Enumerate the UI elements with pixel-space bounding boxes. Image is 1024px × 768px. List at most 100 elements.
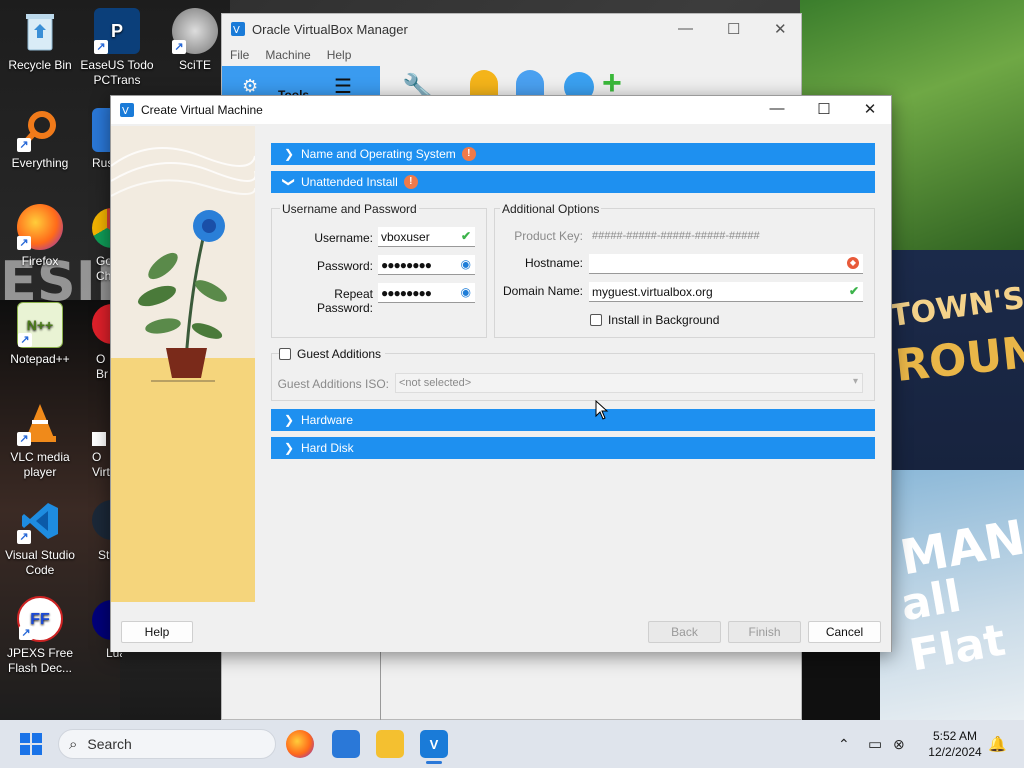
easeus-icon: P ↗: [94, 8, 140, 54]
back-button[interactable]: Back: [648, 621, 721, 643]
show-password-eye-icon[interactable]: ◉: [461, 285, 471, 299]
domain-name-input[interactable]: myguest.virtualbox.org ✔: [589, 282, 863, 302]
recycle-bin-icon: [17, 8, 63, 54]
active-app-indicator: [426, 761, 442, 764]
username-value: vboxuser: [381, 230, 430, 244]
section-name-os-label: Name and Operating System: [301, 147, 456, 161]
manager-title: Oracle VirtualBox Manager: [252, 21, 408, 37]
taskbar-virtualbox-icon[interactable]: V: [420, 730, 448, 758]
check-icon: ✔: [460, 229, 471, 243]
manager-titlebar: V Oracle VirtualBox Manager: [222, 14, 801, 44]
wallpaper-text: all Flat: [897, 570, 1010, 682]
manager-splitter: [380, 650, 381, 720]
show-password-eye-icon[interactable]: ◉: [461, 257, 471, 271]
jpexs-icon: FF ↗: [17, 596, 63, 642]
desktop-icon-vscode[interactable]: ↗ Visual Studio Code: [0, 498, 80, 578]
section-unattended-label: Unattended Install: [301, 175, 398, 189]
search-icon: ⌕: [69, 735, 78, 753]
create-vm-dialog: V Create Virtual Machine — ☐ ✕ ❯ Name an…: [110, 95, 892, 652]
guest-additions-iso-value: <not selected>: [399, 377, 472, 389]
menu-help[interactable]: Help: [327, 48, 352, 62]
chevron-right-icon: ❯: [283, 413, 295, 427]
guest-additions-iso-select[interactable]: <not selected> ▾: [395, 373, 863, 393]
checkbox-box[interactable]: [279, 348, 291, 360]
chevron-right-icon: ❯: [283, 147, 295, 161]
firefox-icon: ↗: [17, 204, 63, 250]
repeat-password-value: ●●●●●●●●: [381, 286, 432, 300]
menu-machine[interactable]: Machine: [265, 48, 310, 62]
mouse-cursor-icon: [595, 400, 609, 420]
desktop-icon-notepadpp[interactable]: N++ ↗ Notepad++: [0, 302, 80, 367]
taskbar-firefox-icon[interactable]: [286, 730, 314, 758]
search-placeholder: Search: [87, 736, 132, 752]
vlc-icon: ↗: [17, 400, 63, 446]
wizard-illustration: [111, 126, 255, 602]
taskbar-file-explorer-icon[interactable]: [332, 730, 360, 758]
everything-icon: ↗: [17, 106, 63, 152]
tray-chevron-up-icon[interactable]: ⌃: [838, 720, 850, 768]
section-hard-disk[interactable]: ❯ Hard Disk: [271, 437, 875, 459]
finish-button[interactable]: Finish: [728, 621, 801, 643]
repeat-password-label: Repeat Password:: [316, 287, 373, 315]
dialog-footer: Help Back Finish Cancel: [111, 608, 891, 652]
volume-muted-icon[interactable]: ⊗: [893, 720, 905, 768]
minimize-icon[interactable]: —: [765, 100, 789, 117]
username-label: Username:: [314, 231, 373, 245]
chevron-right-icon: ❯: [283, 441, 295, 455]
cancel-button[interactable]: Cancel: [808, 621, 881, 643]
warning-icon: !: [461, 147, 476, 161]
desktop-icon-firefox[interactable]: ↗ Firefox: [0, 204, 80, 269]
error-icon: ◆: [847, 257, 859, 269]
install-in-background-label: Install in Background: [608, 313, 720, 327]
taskbar-clock[interactable]: 5:52 AM 12/2/2024: [920, 728, 990, 760]
maximize-icon[interactable]: ☐: [727, 20, 740, 38]
section-hard-disk-label: Hard Disk: [301, 441, 354, 455]
menu-file[interactable]: File: [230, 48, 249, 62]
checkbox-box[interactable]: [590, 314, 602, 326]
check-icon: ✔: [848, 284, 859, 298]
chevron-down-icon: ❯: [282, 176, 296, 188]
desktop-icon-everything[interactable]: ↗ Everything: [0, 106, 80, 171]
desktop-icon-vlc[interactable]: ↗ VLC media player: [0, 400, 80, 480]
plant-illustration: [111, 147, 255, 382]
repeat-password-input[interactable]: ●●●●●●●● ◉: [378, 283, 475, 303]
virtualbox-logo-icon: V: [230, 21, 246, 37]
svg-text:V: V: [122, 106, 129, 117]
hostname-input[interactable]: ◆: [589, 254, 863, 274]
maximize-icon[interactable]: ☐: [812, 100, 836, 118]
section-hardware-label: Hardware: [301, 413, 354, 427]
close-icon[interactable]: ✕: [858, 100, 882, 118]
scite-icon: ↗: [172, 8, 218, 54]
virtualbox-logo-icon: V: [119, 102, 135, 118]
install-in-background-checkbox[interactable]: Install in Background: [590, 313, 719, 327]
guest-additions-checkbox[interactable]: Guest Additions: [279, 347, 386, 361]
tools-icon: ⚙: [242, 76, 259, 96]
username-input[interactable]: vboxuser ✔: [378, 227, 475, 247]
taskbar: ⌕ Search V ⌃ ▭ ⊗ 5:52 AM 12/2/2024 🔔: [0, 720, 1024, 768]
chevron-down-icon: ▾: [852, 376, 858, 387]
virtualbox-shortcut-icon: [92, 432, 106, 446]
desktop-icon-recycle-bin[interactable]: Recycle Bin: [0, 8, 80, 73]
taskbar-search[interactable]: ⌕ Search: [58, 729, 276, 759]
notification-bell-icon[interactable]: 🔔: [988, 720, 1007, 768]
help-button[interactable]: Help: [121, 621, 193, 643]
username-password-group-title: Username and Password: [280, 202, 419, 216]
taskbar-folder-icon[interactable]: [376, 730, 404, 758]
product-key-input[interactable]: #####-#####-#####-#####-#####: [589, 227, 863, 247]
password-input[interactable]: ●●●●●●●● ◉: [378, 255, 475, 275]
minimize-icon[interactable]: —: [678, 20, 693, 37]
section-name-os[interactable]: ❯ Name and Operating System !: [271, 143, 875, 165]
desktop-icon-easeus[interactable]: P ↗ EaseUS Todo PCTrans: [77, 8, 157, 88]
section-hardware[interactable]: ❯ Hardware: [271, 409, 875, 431]
notepadpp-icon: N++ ↗: [17, 302, 63, 348]
network-icon[interactable]: ▭: [868, 720, 882, 768]
section-unattended-install[interactable]: ❯ Unattended Install !: [271, 171, 875, 193]
windows-start-icon[interactable]: [20, 733, 42, 755]
manager-menubar: File Machine Help: [222, 44, 801, 66]
close-icon[interactable]: ✕: [774, 20, 787, 38]
desktop-icon-jpexs[interactable]: FF ↗ JPEXS Free Flash Dec...: [0, 596, 80, 676]
dialog-title: Create Virtual Machine: [141, 103, 263, 117]
domain-name-value: myguest.virtualbox.org: [592, 285, 713, 299]
warning-icon: !: [403, 175, 418, 189]
hostname-label: Hostname:: [524, 256, 583, 270]
